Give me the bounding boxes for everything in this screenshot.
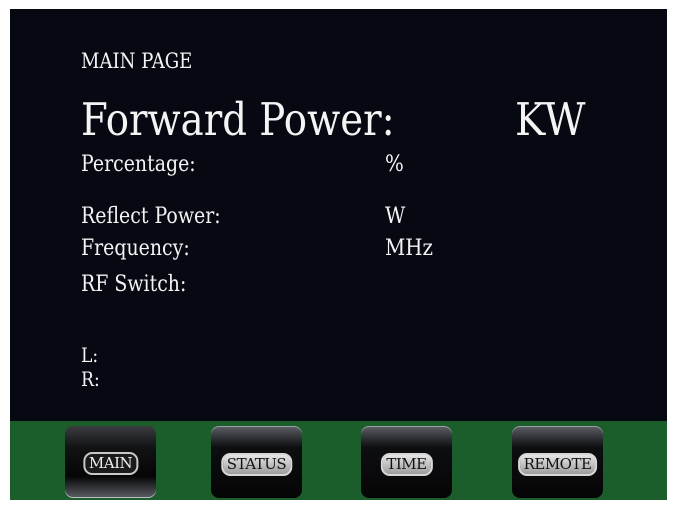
status-button-label: STATUS <box>220 453 293 476</box>
rf-switch-label: RF Switch: <box>81 272 187 297</box>
remote-button[interactable]: REMOTE <box>512 426 603 498</box>
main-screen: MAIN PAGE Forward Power: KW Percentage: … <box>10 9 667 421</box>
reflect-power-unit: W <box>385 204 406 229</box>
reflect-power-label: Reflect Power: <box>81 204 221 229</box>
remote-button-label: REMOTE <box>517 453 598 476</box>
time-button-label: TIME <box>380 453 433 476</box>
l-channel-label: L: <box>81 343 99 367</box>
forward-power-unit: KW <box>515 93 586 146</box>
status-button[interactable]: STATUS <box>211 426 302 498</box>
page-title: MAIN PAGE <box>81 49 193 73</box>
main-button[interactable]: MAIN <box>65 426 156 498</box>
frequency-unit: MHz <box>385 236 433 261</box>
main-button-label: MAIN <box>82 452 139 475</box>
device-frame: MAIN PAGE Forward Power: KW Percentage: … <box>10 9 667 500</box>
frequency-label: Frequency: <box>81 236 190 261</box>
percentage-unit: % <box>385 152 404 177</box>
percentage-label: Percentage: <box>81 152 196 177</box>
time-button[interactable]: TIME <box>361 426 452 498</box>
r-channel-label: R: <box>81 367 100 391</box>
nav-bar: MAIN STATUS TIME REMOTE <box>10 421 667 500</box>
forward-power-label: Forward Power: <box>81 93 395 146</box>
